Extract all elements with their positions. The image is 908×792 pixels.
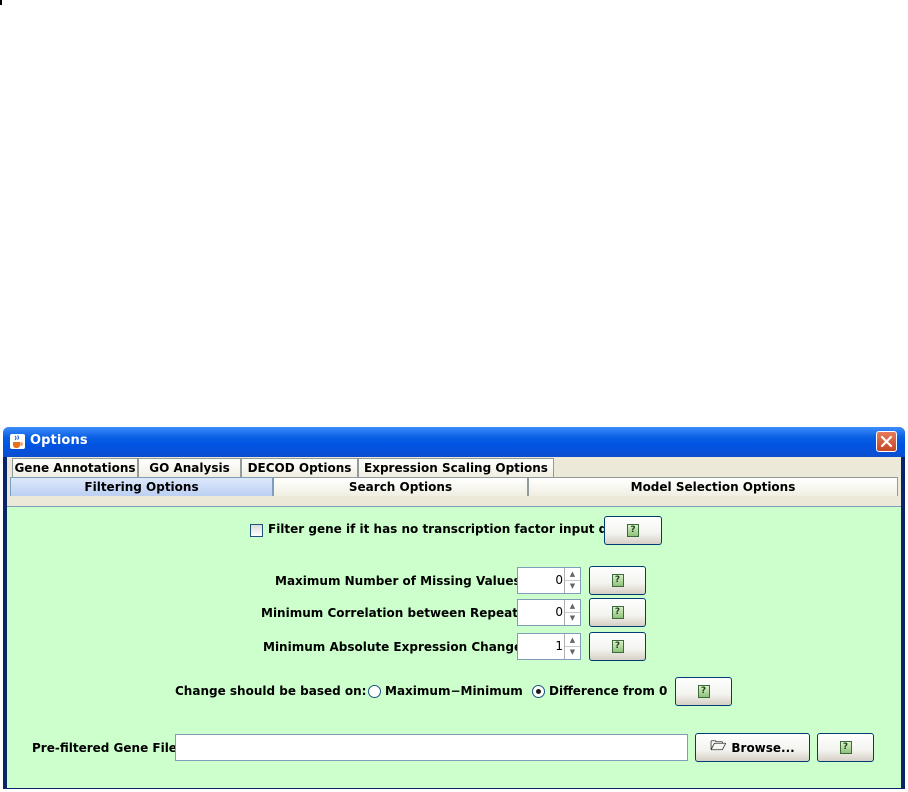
prefiltered-file-input[interactable]: [175, 734, 688, 761]
spinner-buttons: ▲ ▼: [564, 600, 580, 625]
help-question-icon: ?: [611, 640, 624, 653]
radio-difference-from-0-label: Difference from 0: [549, 684, 668, 698]
tab-go-analysis[interactable]: GO Analysis: [138, 458, 241, 477]
spinner-buttons: ▲ ▼: [564, 634, 580, 659]
radio-max-min[interactable]: [368, 685, 381, 698]
help-button-filter[interactable]: ?: [604, 516, 662, 545]
options-dialog: Options Gene Annotations GO Analysis DEC…: [3, 427, 905, 789]
spinner-buttons: ▲ ▼: [564, 568, 580, 593]
max-missing-value: 0: [555, 573, 563, 587]
min-abs-change-label: Minimum Absolute Expression Change:: [263, 640, 527, 654]
close-x-icon: [880, 435, 893, 448]
arrow-down-icon[interactable]: ▼: [565, 646, 580, 658]
min-correlation-label: Minimum Correlation between Repeats:: [261, 606, 530, 620]
browse-button[interactable]: 🗁 Browse...: [695, 733, 810, 762]
filtering-options-panel: Filter gene if it has no transcription f…: [7, 506, 901, 788]
browse-label: Browse...: [731, 740, 795, 755]
folder-open-icon: 🗁: [710, 738, 727, 754]
max-missing-spinner[interactable]: 0 ▲ ▼: [517, 567, 581, 594]
window-title: Options: [30, 433, 88, 448]
arrow-down-icon[interactable]: ▼: [565, 612, 580, 624]
arrow-down-icon[interactable]: ▼: [565, 580, 580, 592]
tab-gene-annotations[interactable]: Gene Annotations: [12, 458, 138, 477]
help-question-icon: ?: [627, 524, 639, 537]
min-correlation-value: 0: [555, 605, 563, 619]
filter-no-tf-label: Filter gene if it has no transcription f…: [268, 522, 630, 536]
max-missing-label: Maximum Number of Missing Values:: [275, 574, 526, 588]
title-bar[interactable]: Options: [3, 427, 905, 457]
tab-filtering-options[interactable]: Filtering Options: [10, 477, 273, 496]
tab-search-options[interactable]: Search Options: [273, 477, 528, 496]
tab-expression-scaling-options[interactable]: Expression Scaling Options: [358, 458, 554, 477]
corner-mark: [0, 0, 2, 5]
min-abs-change-value: 1: [555, 639, 563, 653]
java-cup-icon: [10, 434, 25, 449]
help-question-icon: ?: [611, 606, 624, 619]
filter-no-tf-checkbox[interactable]: [250, 524, 263, 537]
help-question-icon: ?: [611, 574, 624, 587]
help-button-change-basis[interactable]: ?: [675, 677, 732, 706]
tab-model-selection-options[interactable]: Model Selection Options: [528, 477, 898, 496]
help-question-icon: ?: [839, 741, 852, 754]
radio-max-min-label: Maximum−Minimum: [385, 684, 523, 698]
min-abs-change-spinner[interactable]: 1 ▲ ▼: [517, 633, 581, 660]
help-button-min-correlation[interactable]: ?: [589, 598, 646, 627]
help-question-icon: ?: [697, 685, 710, 698]
radio-difference-from-0[interactable]: [532, 685, 545, 698]
help-button-prefiltered-file[interactable]: ?: [817, 733, 874, 762]
help-button-min-abs-change[interactable]: ?: [589, 632, 646, 661]
min-correlation-spinner[interactable]: 0 ▲ ▼: [517, 599, 581, 626]
prefiltered-file-label: Pre-filtered Gene File:: [32, 741, 182, 755]
tab-decod-options[interactable]: DECOD Options: [241, 458, 358, 477]
change-basis-label: Change should be based on:: [175, 684, 367, 698]
close-button[interactable]: [876, 431, 897, 452]
help-button-max-missing[interactable]: ?: [589, 566, 646, 595]
